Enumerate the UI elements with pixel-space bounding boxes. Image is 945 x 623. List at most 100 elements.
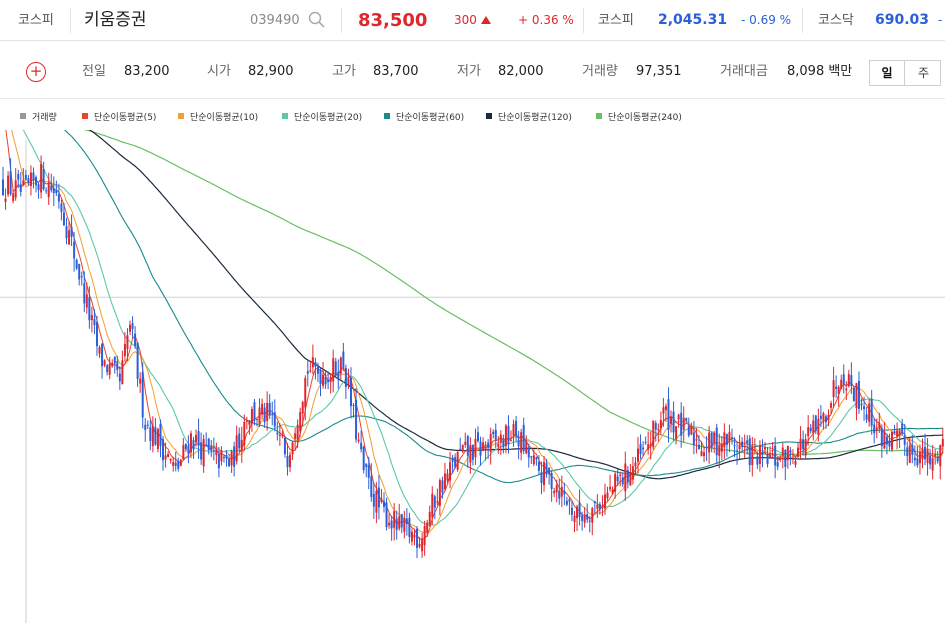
candle-body	[454, 457, 457, 468]
candlestick-chart[interactable]	[0, 130, 945, 623]
candle-body	[182, 445, 185, 460]
candle-body	[146, 424, 149, 426]
candle-body	[695, 439, 698, 441]
candle-body	[797, 447, 800, 458]
stock-header-bar: 코스피 키움증권 039490 83,500 300 + 0.36 % 코스피 …	[0, 0, 945, 41]
candle-body	[926, 448, 929, 463]
candle-body	[903, 436, 906, 445]
plus-circle-icon[interactable]: +	[26, 62, 46, 82]
candle-body	[799, 438, 802, 451]
legend-swatch	[82, 113, 88, 119]
legend-item[interactable]: 거래량	[20, 110, 57, 126]
candle-body	[624, 463, 627, 492]
candle-body	[438, 480, 441, 506]
candle-body	[609, 486, 612, 490]
candle-body	[200, 442, 203, 460]
candle-body	[758, 445, 761, 464]
candle-body	[728, 432, 731, 441]
candle-body	[266, 402, 269, 421]
candle-body	[893, 431, 896, 434]
candle-body	[700, 451, 703, 457]
candle-body	[482, 442, 485, 451]
candle-body	[304, 378, 307, 408]
candle-body	[83, 283, 86, 304]
legend-item[interactable]: 단순이동평균(60)	[384, 110, 464, 126]
stock-name[interactable]: 키움증권	[84, 0, 147, 41]
candle-body	[29, 172, 32, 186]
candle-body	[769, 454, 772, 459]
candle-body	[598, 504, 601, 510]
candle-body	[804, 439, 807, 456]
candle-body	[273, 412, 276, 427]
candle-body	[672, 411, 675, 433]
candle-body	[464, 441, 467, 445]
candle-body	[898, 430, 901, 436]
candle-body	[395, 518, 398, 530]
candle-body	[408, 517, 411, 537]
candle-body	[492, 431, 495, 435]
candle-body	[537, 461, 540, 471]
candle-body	[510, 440, 512, 442]
candle-body	[370, 476, 373, 497]
ma10-line	[11, 130, 944, 534]
candle-body	[12, 193, 15, 201]
candle-body	[647, 444, 650, 450]
candle-body	[527, 447, 530, 458]
candle-body	[512, 424, 515, 436]
candle-body	[860, 403, 863, 406]
kospi-rate: - 0.69 %	[741, 13, 792, 27]
candle-body	[103, 360, 106, 366]
price-change-rate: + 0.36 %	[518, 13, 574, 27]
volume-label: 거래량	[582, 64, 618, 79]
candle-body	[720, 444, 723, 452]
candle-body	[901, 423, 904, 434]
legend-item[interactable]: 단순이동평균(20)	[282, 110, 362, 126]
candle-body	[375, 490, 378, 513]
legend-item[interactable]: 단순이동평균(5)	[82, 110, 156, 126]
period-day-button[interactable]: 일	[870, 61, 905, 85]
candle-body	[469, 444, 472, 463]
candle-body	[814, 415, 817, 432]
candle-body	[388, 522, 391, 526]
candle-body	[776, 462, 779, 467]
candle-body	[327, 379, 330, 383]
candle-body	[192, 440, 195, 450]
candle-body	[225, 455, 228, 459]
candle-body	[136, 342, 139, 379]
candle-body	[576, 506, 579, 519]
legend-item[interactable]: 단순이동평균(240)	[596, 110, 682, 126]
candle-body	[17, 173, 20, 180]
candle-body	[830, 403, 833, 408]
prev-close-value: 83,200	[124, 64, 170, 79]
candle-body	[154, 427, 157, 445]
candle-body	[479, 441, 482, 456]
legend-item[interactable]: 단순이동평균(120)	[486, 110, 572, 126]
legend-swatch	[486, 113, 492, 119]
candle-body	[751, 446, 754, 466]
legend-item[interactable]: 단순이동평균(10)	[178, 110, 258, 126]
candle-body	[57, 194, 60, 202]
candle-body	[113, 356, 116, 364]
candle-body	[852, 388, 855, 401]
candle-body	[578, 502, 581, 517]
candle-body	[906, 447, 909, 456]
legend-swatch	[178, 113, 184, 119]
period-week-button[interactable]: 주	[906, 61, 941, 85]
candle-body	[4, 198, 7, 202]
search-icon[interactable]	[308, 11, 326, 31]
market-label: 코스피	[18, 13, 54, 28]
candle-body	[45, 190, 48, 192]
candle-body	[555, 485, 558, 493]
candle-body	[212, 450, 215, 452]
kospi-value: 2,045.31	[658, 12, 728, 28]
high-label: 고가	[332, 64, 356, 79]
candle-body	[40, 163, 43, 193]
candle-body	[875, 427, 878, 430]
candle-body	[446, 473, 449, 481]
candle-body	[222, 456, 225, 458]
candle-body	[708, 432, 711, 453]
candle-body	[520, 432, 523, 453]
candle-body	[47, 182, 50, 198]
candle-body	[35, 177, 38, 186]
candle-body	[108, 363, 111, 375]
